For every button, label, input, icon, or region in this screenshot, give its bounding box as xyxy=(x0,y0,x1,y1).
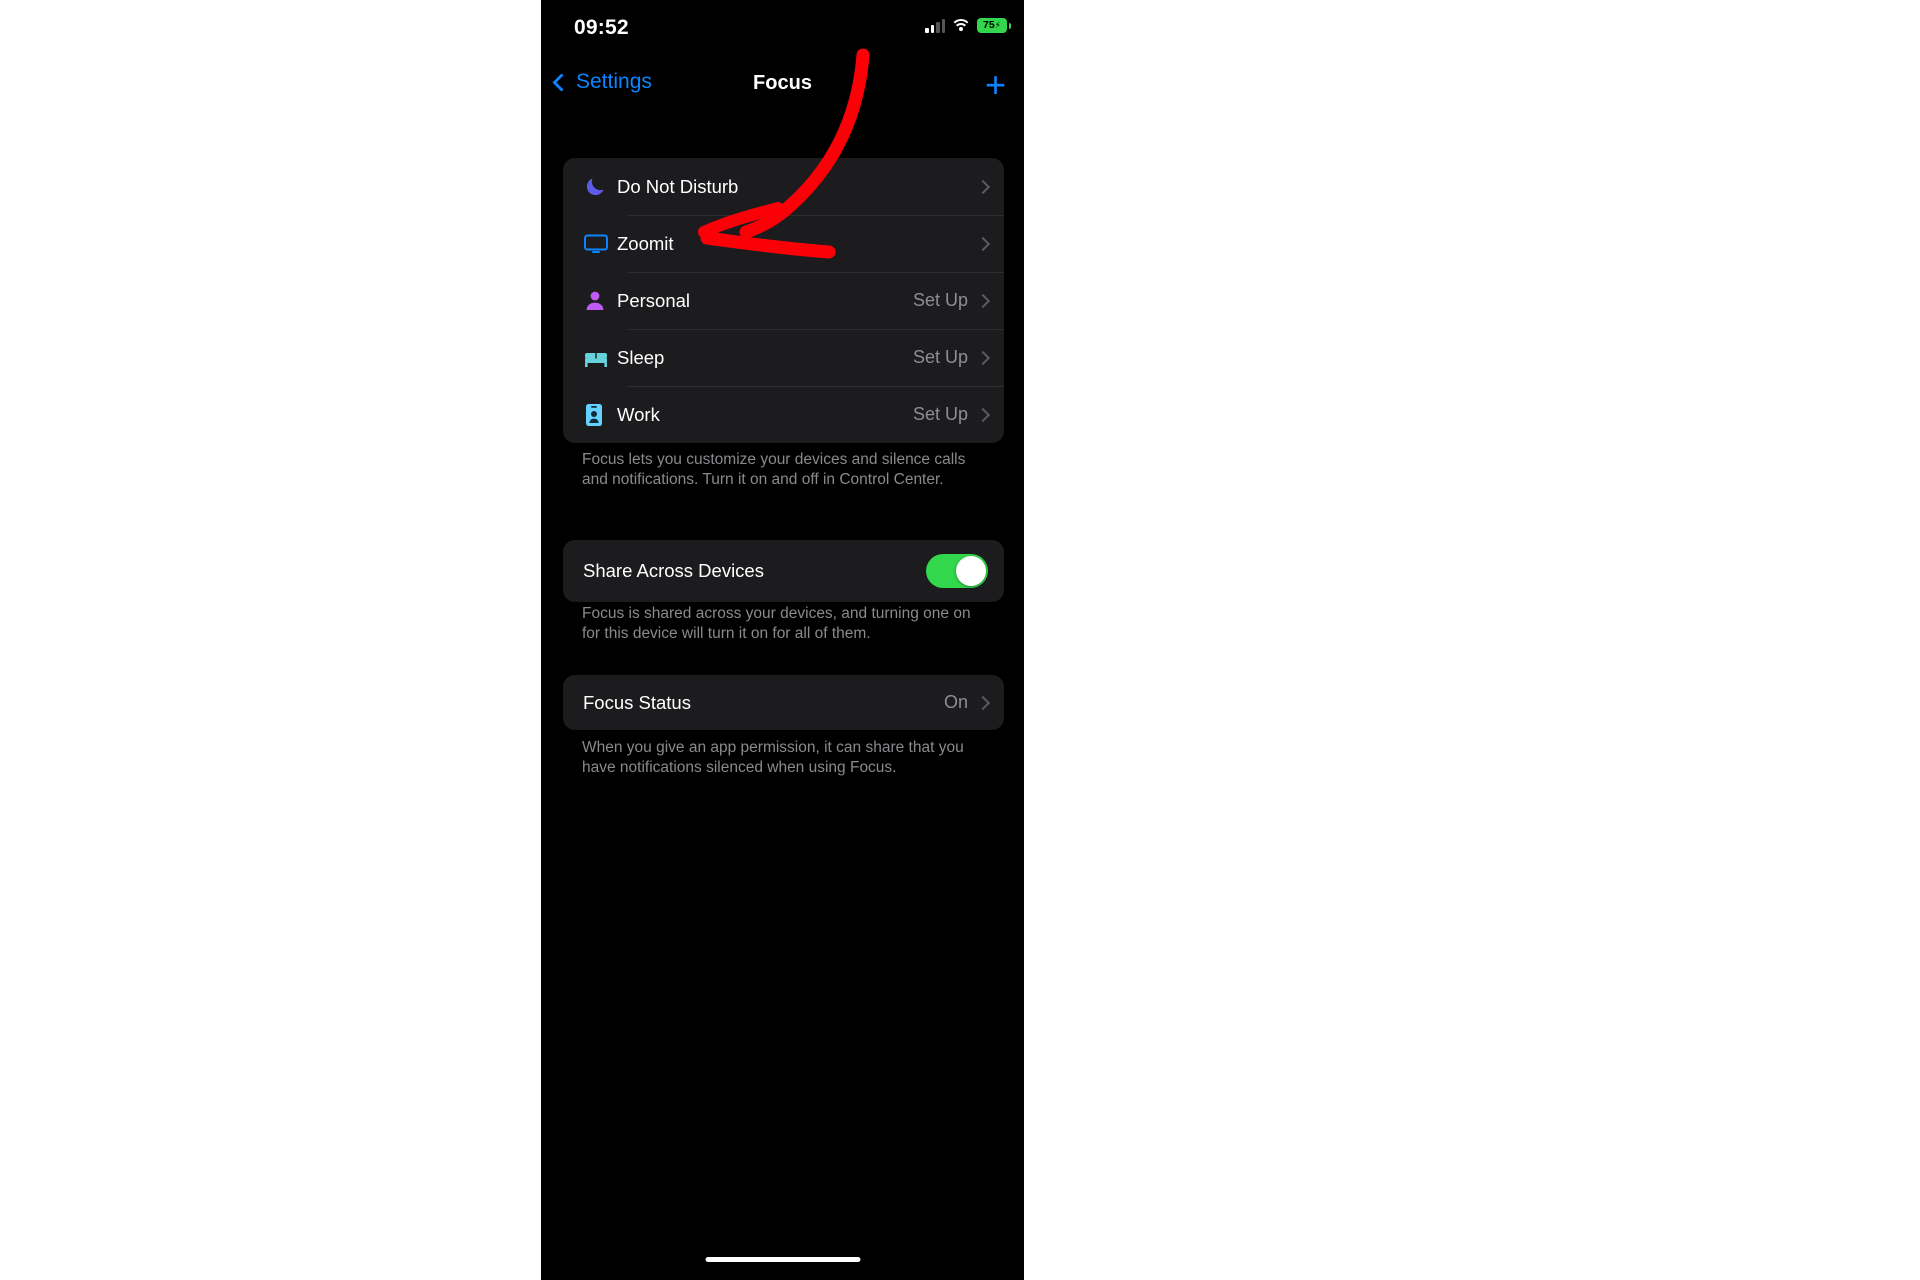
focus-row-zoomit[interactable]: Zoomit xyxy=(563,215,1004,272)
share-across-devices-label: Share Across Devices xyxy=(583,560,764,581)
cellular-bars-icon xyxy=(925,18,945,33)
focus-status-row[interactable]: Focus Status On xyxy=(563,675,1004,730)
person-icon xyxy=(583,289,617,313)
battery-level-label: 75 xyxy=(982,19,995,32)
share-across-devices-toggle[interactable] xyxy=(926,554,988,588)
focus-row-work[interactable]: Work Set Up xyxy=(563,386,1004,443)
focus-row-value: Set Up xyxy=(912,347,968,367)
focus-status-value: On xyxy=(943,692,968,712)
focus-status-label: Focus Status xyxy=(583,691,691,713)
page-title: Focus xyxy=(753,72,812,94)
focus-row-personal[interactable]: Personal Set Up xyxy=(563,272,1004,329)
chevron-right-icon xyxy=(975,350,991,365)
focus-row-label: Do Not Disturb xyxy=(617,175,739,197)
focus-row-value: Set Up xyxy=(912,290,968,310)
chevron-right-icon xyxy=(975,179,991,194)
focus-row-label: Personal xyxy=(617,289,691,311)
display-icon xyxy=(583,232,617,256)
focus-row-label: Work xyxy=(617,403,660,425)
add-focus-button[interactable]: + xyxy=(985,67,1006,103)
home-indicator xyxy=(705,1257,860,1262)
phone-screen: 09:52 75 ⚡ Settings Focus + Do Not Distu… xyxy=(541,0,1024,1280)
focus-list-card: Do Not Disturb Zoomit Personal Set Up Sl… xyxy=(563,158,1004,443)
chevron-right-icon xyxy=(975,695,991,710)
focus-row-sleep[interactable]: Sleep Set Up xyxy=(563,329,1004,386)
share-across-devices-footer: Focus is shared across your devices, and… xyxy=(582,605,971,642)
focus-row-label: Sleep xyxy=(617,346,665,368)
share-across-devices-card: Share Across Devices xyxy=(563,540,1004,602)
wifi-icon xyxy=(950,18,972,33)
focus-status-footer: When you give an app permission, it can … xyxy=(582,739,964,776)
chevron-right-icon xyxy=(975,407,991,422)
toggle-knob xyxy=(956,556,986,586)
navigation-bar: Settings Focus + xyxy=(541,62,1024,110)
status-bar: 09:52 75 ⚡ xyxy=(541,0,1024,56)
id-badge-icon xyxy=(583,402,617,428)
focus-row-value: Set Up xyxy=(912,404,968,424)
battery-icon: 75 ⚡ xyxy=(977,18,1011,33)
focus-row-do-not-disturb[interactable]: Do Not Disturb xyxy=(563,158,1004,215)
status-bar-time: 09:52 xyxy=(574,16,629,39)
share-across-devices-row[interactable]: Share Across Devices xyxy=(563,540,1004,602)
bed-icon xyxy=(583,346,617,370)
chevron-right-icon xyxy=(975,293,991,308)
moon-icon xyxy=(583,175,617,199)
chevron-right-icon xyxy=(975,236,991,251)
focus-row-label: Zoomit xyxy=(617,232,674,254)
focus-list-footer: Focus lets you customize your devices an… xyxy=(582,451,966,488)
charging-bolt-icon: ⚡ xyxy=(994,20,1001,30)
focus-status-card: Focus Status On xyxy=(563,675,1004,730)
status-bar-indicators: 75 ⚡ xyxy=(925,18,1011,33)
